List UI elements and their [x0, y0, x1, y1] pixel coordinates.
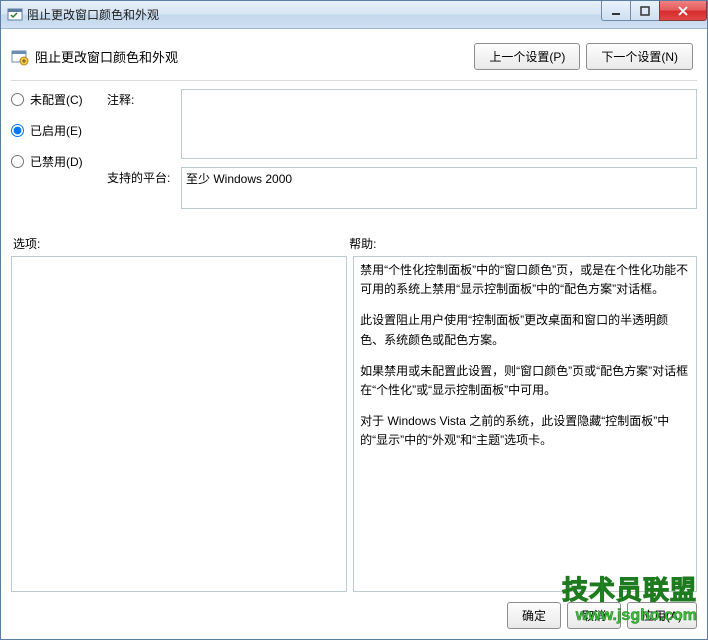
nav-buttons: 上一个设置(P) 下一个设置(N) — [474, 43, 693, 70]
radio-disabled-input[interactable] — [11, 155, 24, 168]
next-setting-button[interactable]: 下一个设置(N) — [586, 43, 693, 70]
help-paragraph: 此设置阻止用户使用“控制面板”更改桌面和窗口的半透明颜色、系统颜色或配色方案。 — [360, 311, 690, 349]
mid-labels: 选项: 帮助: — [11, 235, 697, 252]
window-controls — [602, 1, 707, 21]
help-paragraph: 如果禁用或未配置此设置，则“窗口颜色”页或“配色方案”对话框在“个性化”或“显示… — [360, 362, 690, 400]
policy-icon — [11, 48, 29, 66]
help-label: 帮助: — [347, 235, 697, 252]
radio-not-configured-label: 未配置(C) — [30, 91, 83, 108]
header-row: 阻止更改窗口颜色和外观 上一个设置(P) 下一个设置(N) — [11, 37, 697, 76]
separator — [11, 80, 697, 81]
options-label: 选项: — [11, 235, 347, 252]
maximize-button[interactable] — [630, 1, 660, 21]
ok-button[interactable]: 确定 — [507, 602, 561, 629]
help-paragraph: 禁用“个性化控制面板”中的“窗口颜色”页，或是在个性化功能不可用的系统上禁用“显… — [360, 261, 690, 299]
platform-label: 支持的平台: — [107, 167, 181, 186]
previous-setting-button[interactable]: 上一个设置(P) — [474, 43, 580, 70]
policy-name: 阻止更改窗口颜色和外观 — [35, 47, 178, 66]
policy-editor-window: 阻止更改窗口颜色和外观 — [0, 0, 708, 640]
radio-disabled[interactable]: 已禁用(D) — [11, 153, 107, 170]
platform-box: 至少 Windows 2000 — [181, 167, 697, 209]
cancel-button[interactable]: 取消 — [567, 602, 621, 629]
panes: 禁用“个性化控制面板”中的“窗口颜色”页，或是在个性化功能不可用的系统上禁用“显… — [11, 256, 697, 592]
options-pane[interactable] — [11, 256, 347, 592]
comment-textarea[interactable] — [181, 89, 697, 159]
minimize-button[interactable] — [601, 1, 631, 21]
radio-disabled-label: 已禁用(D) — [30, 153, 83, 170]
comment-label: 注释: — [107, 89, 181, 108]
window-app-icon — [7, 7, 23, 23]
help-pane[interactable]: 禁用“个性化控制面板”中的“窗口颜色”页，或是在个性化功能不可用的系统上禁用“显… — [353, 256, 697, 592]
window-title: 阻止更改窗口颜色和外观 — [27, 6, 159, 23]
bottom-bar: 确定 取消 应用(A) — [11, 592, 697, 629]
close-button[interactable] — [659, 1, 707, 21]
radio-enabled-label: 已启用(E) — [30, 122, 82, 139]
config-grid: 未配置(C) 已启用(E) 已禁用(D) 注释: 支持的平台: 至少 Windo… — [11, 89, 697, 217]
radio-enabled-input[interactable] — [11, 124, 24, 137]
radio-not-configured-input[interactable] — [11, 93, 24, 106]
policy-title-container: 阻止更改窗口颜色和外观 — [11, 47, 178, 66]
help-paragraph: 对于 Windows Vista 之前的系统，此设置隐藏“控制面板”中的“显示”… — [360, 412, 690, 450]
titlebar[interactable]: 阻止更改窗口颜色和外观 — [1, 1, 707, 29]
apply-button[interactable]: 应用(A) — [627, 602, 697, 629]
radio-enabled[interactable]: 已启用(E) — [11, 122, 107, 139]
client-area: 阻止更改窗口颜色和外观 上一个设置(P) 下一个设置(N) 未配置(C) 已启用… — [1, 29, 707, 639]
radio-not-configured[interactable]: 未配置(C) — [11, 91, 107, 108]
state-radios: 未配置(C) 已启用(E) 已禁用(D) — [11, 89, 107, 170]
